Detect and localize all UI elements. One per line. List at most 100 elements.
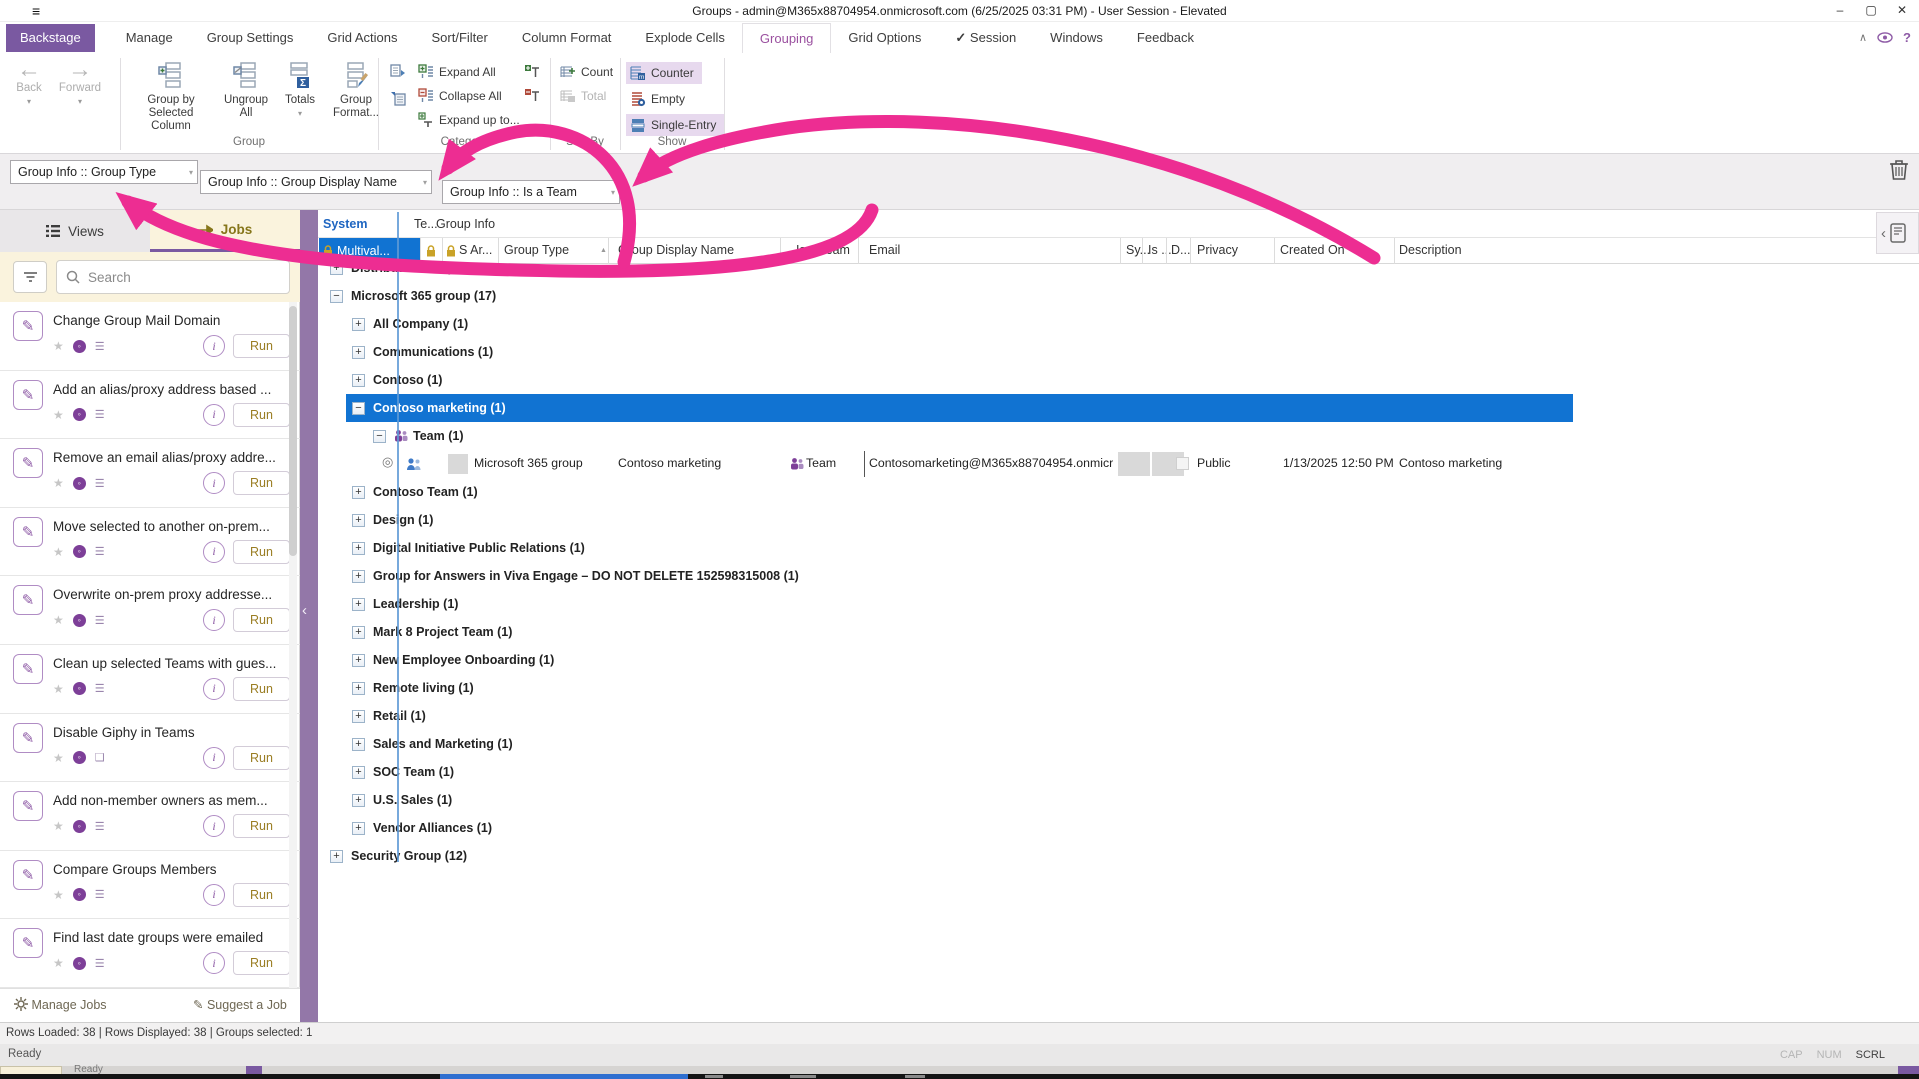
job-run-button[interactable]: Run (233, 540, 290, 564)
tree-row[interactable]: + Security Group (12) (318, 842, 1919, 870)
tree-row[interactable]: + SOC Team (1) (318, 758, 1919, 786)
job-info-button[interactable]: i (203, 815, 225, 837)
tree-row[interactable]: + Distribution list (9) (318, 254, 1919, 282)
favorite-star-icon[interactable]: ★ (53, 888, 64, 902)
job-list-item[interactable]: ✎ Disable Giphy in Teams ★ ◦ i Run (0, 714, 300, 783)
tree-row[interactable]: + Digital Initiative Public Relations (1… (318, 534, 1919, 562)
job-info-button[interactable]: i (203, 678, 225, 700)
favorite-star-icon[interactable]: ★ (53, 956, 64, 970)
job-list-item[interactable]: ✎ Overwrite on-prem proxy addresse... ★ … (0, 576, 300, 645)
job-list-item[interactable]: ✎ Add an alias/proxy address based ... ★… (0, 371, 300, 440)
tab-views[interactable]: Views (0, 210, 150, 252)
job-info-button[interactable]: i (203, 335, 225, 357)
collapse-ribbon-icon[interactable]: ∧ (1859, 31, 1867, 44)
expand-toggle-icon[interactable]: + (352, 598, 365, 611)
expand-toggle-icon[interactable]: + (352, 710, 365, 723)
collapse-all-button[interactable]: Collapse All (418, 88, 502, 104)
tree-row[interactable]: − Microsoft 365 group (17) (318, 282, 1919, 310)
tree-row[interactable]: + Sales and Marketing (1) (318, 730, 1919, 758)
expand-toggle-icon[interactable]: + (330, 262, 343, 275)
job-info-button[interactable]: i (203, 541, 225, 563)
tab-manage[interactable]: Manage (109, 23, 190, 53)
privacy-checkbox[interactable] (1176, 457, 1189, 470)
job-run-button[interactable]: Run (233, 951, 290, 975)
favorite-star-icon[interactable]: ★ (53, 339, 64, 353)
count-button[interactable]: Count (560, 64, 613, 80)
expand-toggle-icon[interactable]: − (373, 430, 386, 443)
expand-toggle-icon[interactable]: + (352, 766, 365, 779)
job-info-button[interactable]: i (203, 404, 225, 426)
record-selector-icon[interactable]: ◎ (382, 454, 393, 470)
job-run-button[interactable]: Run (233, 883, 290, 907)
group-format-button[interactable]: GroupFormat... (326, 58, 386, 120)
tree-row[interactable]: + Leadership (1) (318, 590, 1919, 618)
filter-button[interactable] (13, 261, 47, 293)
tree-row[interactable]: + Design (1) (318, 506, 1919, 534)
job-run-button[interactable]: Run (233, 403, 290, 427)
manage-jobs-button[interactable]: Manage Jobs (14, 997, 107, 1012)
job-info-button[interactable]: i (203, 609, 225, 631)
favorite-star-icon[interactable]: ★ (53, 613, 64, 627)
maximize-button[interactable]: ▢ (1856, 1, 1886, 20)
expand-toggle-icon[interactable]: + (352, 318, 365, 331)
tree-row[interactable]: + U.S. Sales (1) (318, 786, 1919, 814)
job-run-button[interactable]: Run (233, 814, 290, 838)
job-info-button[interactable]: i (203, 472, 225, 494)
tree-row[interactable]: − Contoso marketing (1) (346, 394, 1573, 422)
back-button[interactable]: ← Back▾ (6, 58, 52, 108)
expand-toggle-icon[interactable]: − (352, 402, 365, 415)
tab-feedback[interactable]: Feedback (1120, 23, 1211, 53)
job-list-item[interactable]: ✎ Move selected to another on-prem... ★ … (0, 508, 300, 577)
expand-toggle-icon[interactable]: − (330, 290, 343, 303)
favorite-star-icon[interactable]: ★ (53, 819, 64, 833)
tab-grid-options[interactable]: Grid Options (831, 23, 938, 53)
right-flyout-toggle[interactable]: ‹ (1876, 212, 1919, 254)
group-chip-is-a-team[interactable]: Group Info :: Is a Team▾ (442, 180, 620, 204)
forward-button[interactable]: → Forward▾ (54, 58, 106, 108)
paste-grouping-button[interactable] (390, 90, 406, 106)
tree-row[interactable]: + Remote living (1) (318, 674, 1919, 702)
tree-row[interactable]: + Group for Answers in Viva Engage – DO … (318, 562, 1919, 590)
band-group-info[interactable]: Group Info (436, 217, 495, 231)
tab-jobs[interactable]: Jobs (150, 210, 300, 252)
tree-row[interactable]: + All Company (1) (318, 310, 1919, 338)
tree-row[interactable]: − Team (1) (318, 422, 1919, 450)
expand-toggle-icon[interactable]: + (352, 374, 365, 387)
empty-toggle[interactable]: Empty (626, 88, 693, 110)
favorite-star-icon[interactable]: ★ (53, 682, 64, 696)
tab-group-settings[interactable]: Group Settings (190, 23, 311, 53)
close-button[interactable]: ✕ (1887, 1, 1917, 20)
tree-row[interactable]: + Contoso (1) (318, 366, 1919, 394)
group-by-selected-column-button[interactable]: Group bySelected Column (128, 58, 214, 133)
expand-toggle-icon[interactable]: + (352, 486, 365, 499)
minimize-button[interactable]: – (1825, 1, 1855, 20)
expand-toggle-icon[interactable]: + (352, 542, 365, 555)
job-list-item[interactable]: ✎ Find last date groups were emailed ★ ◦… (0, 919, 300, 988)
tab-session[interactable]: ✓ Session (938, 23, 1033, 53)
panel-collapse-strip[interactable]: ‹ (300, 210, 318, 1022)
counter-toggle[interactable]: m Counter (626, 62, 702, 84)
single-entry-toggle[interactable]: Single-Entry (626, 114, 724, 136)
expand-toggle-icon[interactable]: + (352, 654, 365, 667)
band-system[interactable]: System (323, 217, 367, 231)
job-list-item[interactable]: ✎ Compare Groups Members ★ ◦ i Run (0, 851, 300, 920)
tree-row[interactable]: + New Employee Onboarding (1) (318, 646, 1919, 674)
job-run-button[interactable]: Run (233, 471, 290, 495)
copy-grouping-button[interactable] (390, 64, 406, 80)
group-chip-group-type[interactable]: Group Info :: Group Type▾ (10, 160, 198, 184)
help-icon[interactable]: ? (1903, 30, 1911, 45)
total-button[interactable]: Total (560, 88, 606, 104)
jobs-scrollbar[interactable] (289, 302, 297, 988)
expand-toggle-icon[interactable]: + (352, 514, 365, 527)
expand-toggle-icon[interactable]: + (352, 682, 365, 695)
suggest-a-job-button[interactable]: ✎ Suggest a Job (193, 997, 287, 1012)
group-record-row[interactable]: ◎ Microsoft 365 group Contoso marketing … (318, 450, 1919, 478)
tree-row[interactable]: + Contoso Team (1) (318, 478, 1919, 506)
tree-row[interactable]: + Retail (1) (318, 702, 1919, 730)
favorite-star-icon[interactable]: ★ (53, 476, 64, 490)
tab-backstage[interactable]: Backstage (6, 24, 95, 52)
tab-windows[interactable]: Windows (1033, 23, 1120, 53)
favorite-star-icon[interactable]: ★ (53, 545, 64, 559)
tab-sort-filter[interactable]: Sort/Filter (415, 23, 505, 53)
expand-toggle-icon[interactable]: + (352, 794, 365, 807)
